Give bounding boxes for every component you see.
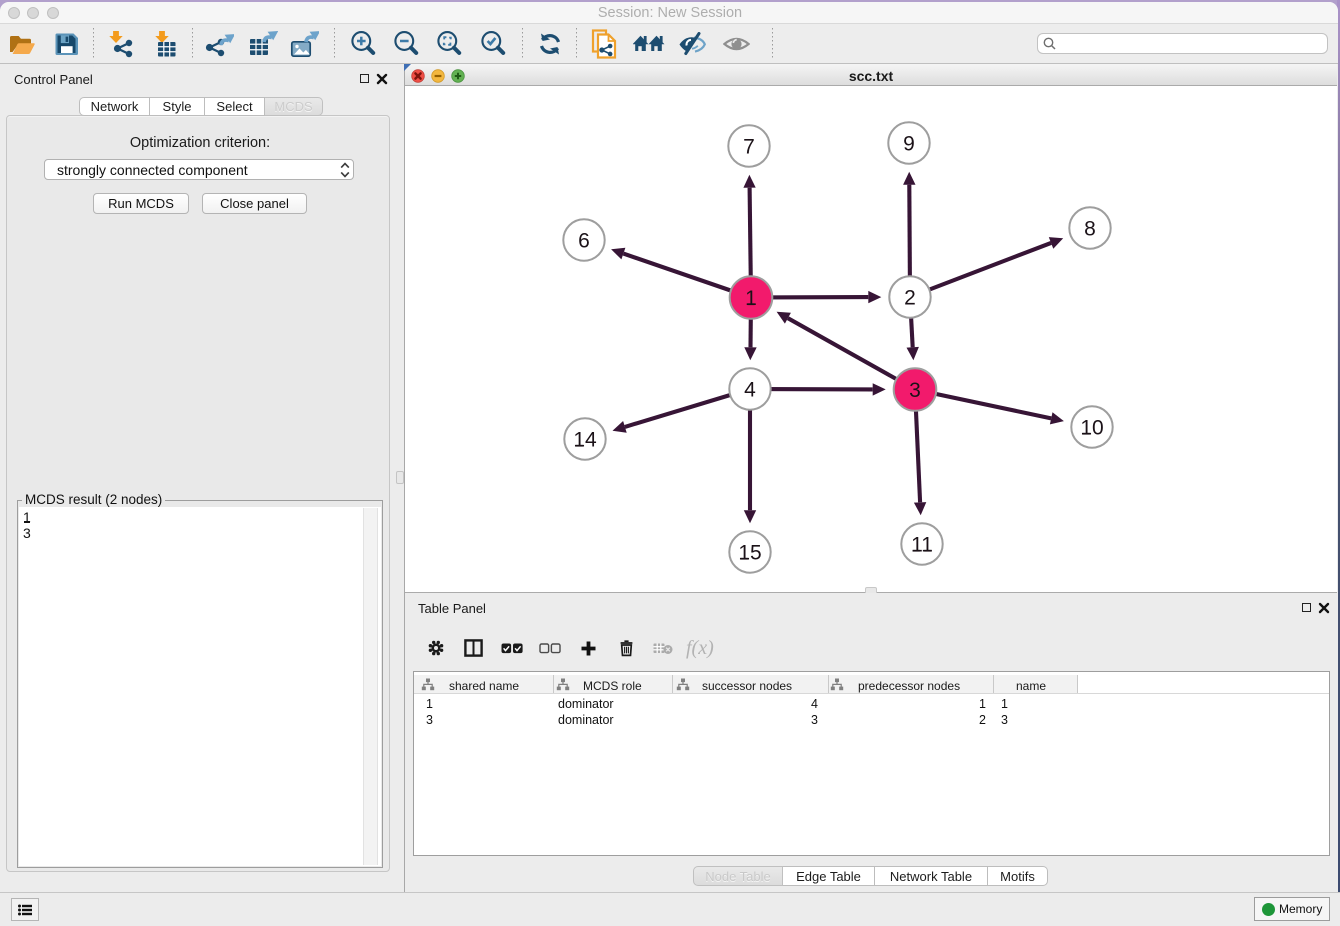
svg-text:7: 7 xyxy=(743,136,755,159)
svg-text:9: 9 xyxy=(903,133,915,156)
svg-text:6: 6 xyxy=(578,230,590,253)
svg-text:11: 11 xyxy=(911,534,933,557)
svg-text:10: 10 xyxy=(1080,417,1103,440)
svg-text:3: 3 xyxy=(909,379,921,402)
svg-text:2: 2 xyxy=(904,287,916,310)
svg-text:8: 8 xyxy=(1084,218,1096,241)
svg-text:15: 15 xyxy=(738,542,761,565)
svg-text:14: 14 xyxy=(573,429,597,452)
svg-text:1: 1 xyxy=(745,287,757,310)
svg-text:4: 4 xyxy=(744,379,756,402)
